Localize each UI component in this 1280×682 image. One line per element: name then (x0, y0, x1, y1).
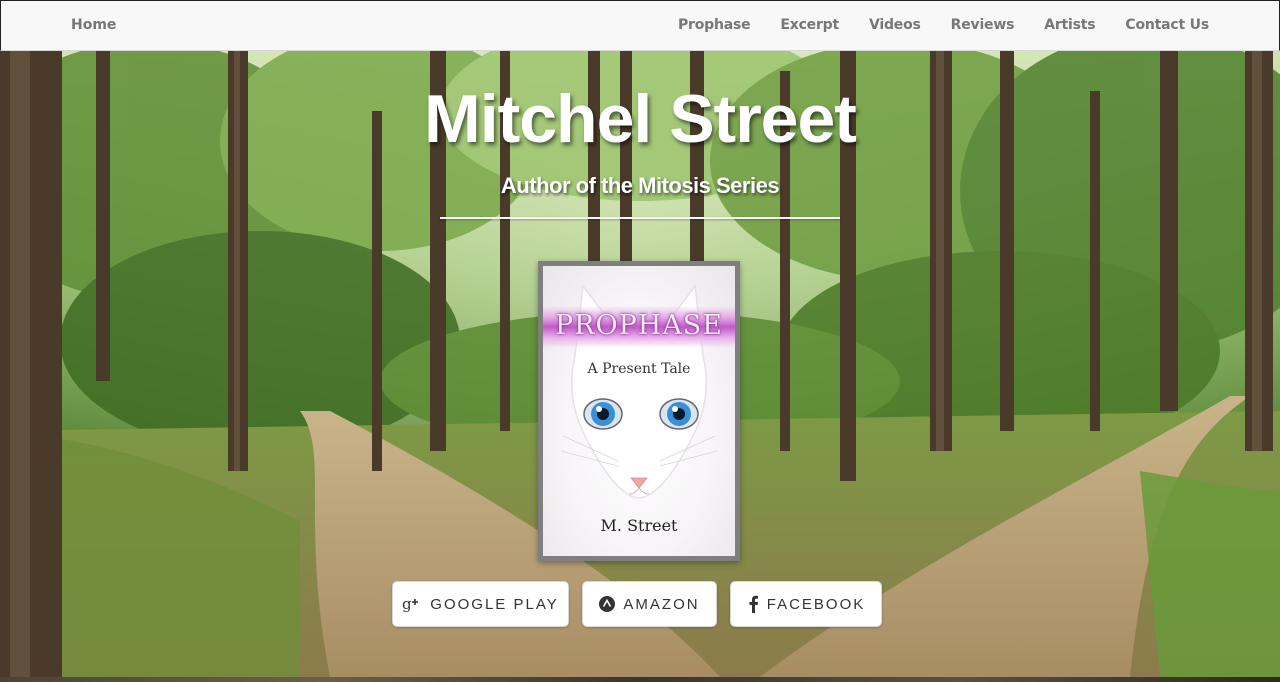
svg-text:g: g (402, 596, 414, 612)
book-cover-art: PROPHASE A Present Tale M. Street (543, 266, 735, 556)
amazon-label: AMAZON (623, 595, 700, 613)
book-cover-image[interactable]: PROPHASE A Present Tale M. Street (538, 261, 740, 561)
nav-link-excerpt[interactable]: Excerpt (780, 17, 839, 33)
book-tagline: A Present Tale (587, 361, 691, 377)
page-subtitle: Author of the Mitosis Series (500, 173, 780, 198)
facebook-icon (747, 595, 759, 613)
google-plus-icon: g (402, 596, 422, 612)
cat-eye-left-icon (583, 398, 623, 430)
amazon-button[interactable]: AMAZON (582, 581, 717, 627)
page-title: Mitchel Street (424, 81, 857, 157)
cat-eye-right-icon (659, 398, 699, 430)
title-divider (440, 217, 840, 219)
nav-link-prophase[interactable]: Prophase (678, 17, 751, 33)
nav-link-videos[interactable]: Videos (869, 17, 921, 33)
google-play-button[interactable]: g GOOGLE PLAY (392, 581, 569, 627)
top-navbar: Home Prophase Excerpt Videos Reviews Art… (0, 0, 1280, 51)
nav-links: Prophase Excerpt Videos Reviews Artists … (648, 17, 1209, 33)
bottom-strip (0, 677, 1280, 682)
nav-link-contact-us[interactable]: Contact Us (1125, 17, 1209, 33)
nav-link-artists[interactable]: Artists (1044, 17, 1095, 33)
hero-section: Mitchel Street Author of the Mitosis Ser… (0, 51, 1280, 677)
facebook-button[interactable]: FACEBOOK (730, 581, 882, 627)
nav-link-reviews[interactable]: Reviews (951, 17, 1015, 33)
google-play-label: GOOGLE PLAY (430, 595, 559, 613)
amazon-icon (599, 596, 616, 612)
nav-home-link[interactable]: Home (71, 17, 116, 33)
book-author: M. Street (600, 516, 678, 535)
facebook-label: FACEBOOK (766, 595, 866, 613)
book-title: PROPHASE (554, 310, 724, 341)
